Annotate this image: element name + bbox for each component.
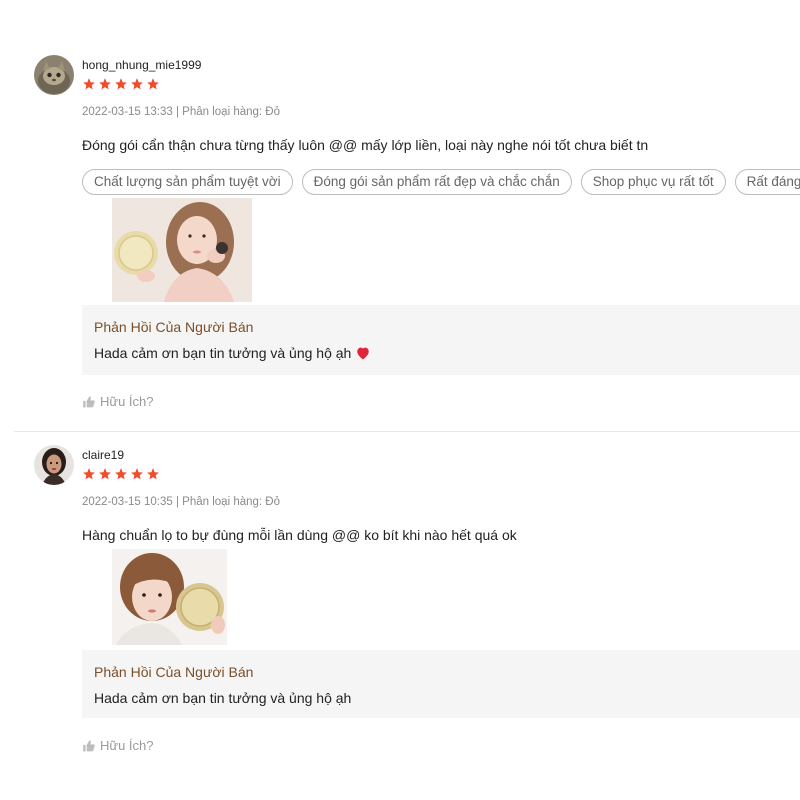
seller-reply: Phản Hồi Của Người Bán Hada cảm ơn bạn t… xyxy=(82,305,800,375)
rating-stars xyxy=(82,77,160,91)
seller-reply: Phản Hồi Của Người Bán Hada cảm ơn bạn t… xyxy=(82,650,800,718)
star-icon xyxy=(115,468,127,480)
star-icon xyxy=(147,78,159,90)
review-tag[interactable]: Shop phục vụ rất tốt xyxy=(580,169,726,195)
star-icon xyxy=(131,468,143,480)
helpful-button[interactable]: Hữu Ích? xyxy=(82,738,154,753)
heart-emoji-icon xyxy=(357,347,370,360)
review-tag[interactable]: Rất đáng xyxy=(734,169,800,195)
helpful-button[interactable]: Hữu Ích? xyxy=(82,394,154,409)
star-icon xyxy=(99,78,111,90)
star-icon xyxy=(99,468,111,480)
star-icon xyxy=(83,468,95,480)
star-icon xyxy=(83,78,95,90)
user-avatar[interactable] xyxy=(34,55,74,95)
star-icon xyxy=(131,78,143,90)
reply-text: Hada cảm ơn bạn tin tưởng và ủng hộ ạh xyxy=(94,690,352,706)
review-meta: 2022-03-15 13:33 | Phân loại hàng: Đỏ xyxy=(82,106,280,118)
star-icon xyxy=(115,78,127,90)
thumbs-up-icon xyxy=(83,396,95,408)
reply-title: Phản Hồi Của Người Bán xyxy=(94,664,254,680)
review-item: hong_nhung_mie1999 2022-03-15 13:33 | Ph… xyxy=(0,0,800,430)
review-item: claire19 2022-03-15 10:35 | Phân loại hà… xyxy=(0,432,800,800)
reply-text: Hada cảm ơn bạn tin tưởng và ủng hộ ạh xyxy=(94,345,352,361)
review-tags: Chất lượng sản phẩm tuyệt vời Đóng gói s… xyxy=(82,169,800,195)
helpful-label: Hữu Ích? xyxy=(100,738,154,753)
helpful-label: Hữu Ích? xyxy=(100,394,154,409)
thumbs-up-icon xyxy=(83,740,95,752)
user-avatar[interactable] xyxy=(34,445,74,485)
star-icon xyxy=(147,468,159,480)
review-photo[interactable] xyxy=(112,198,252,302)
reply-text-row: Hada cảm ơn bạn tin tưởng và ủng hộ ạh xyxy=(94,345,371,361)
review-comment: Hàng chuẩn lọ to bự đùng mỗi lần dùng @@… xyxy=(82,527,517,543)
username[interactable]: claire19 xyxy=(82,448,124,462)
review-photo[interactable] xyxy=(112,549,227,645)
reply-title: Phản Hồi Của Người Bán xyxy=(94,319,254,335)
username[interactable]: hong_nhung_mie1999 xyxy=(82,58,201,72)
rating-stars xyxy=(82,467,160,481)
review-meta: 2022-03-15 10:35 | Phân loại hàng: Đỏ xyxy=(82,496,280,508)
review-tag[interactable]: Đóng gói sản phẩm rất đẹp và chắc chắn xyxy=(301,169,572,195)
review-tag[interactable]: Chất lượng sản phẩm tuyệt vời xyxy=(82,169,293,195)
review-comment: Đóng gói cẩn thận chưa từng thấy luôn @@… xyxy=(82,137,649,153)
